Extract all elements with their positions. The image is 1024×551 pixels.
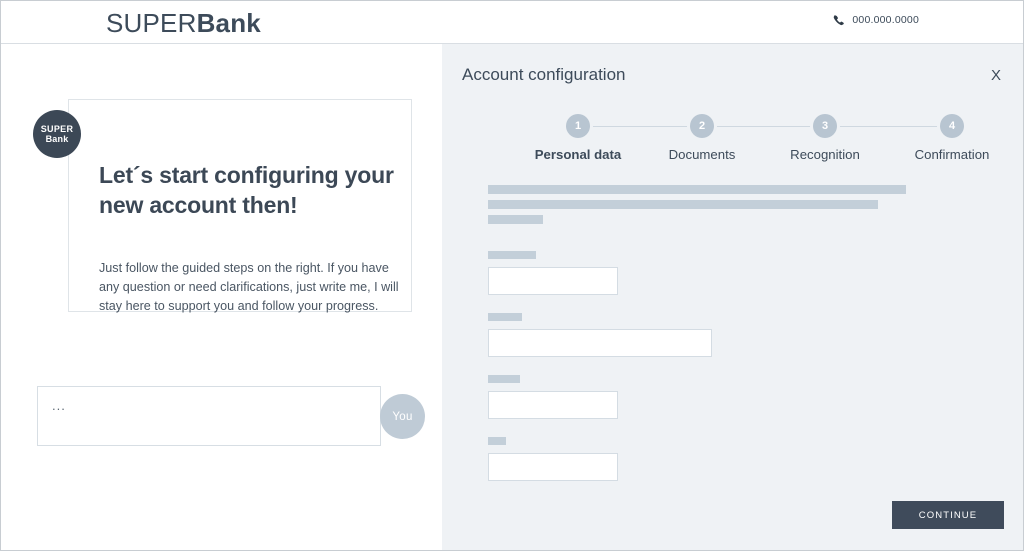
user-avatar-label: You	[392, 410, 413, 423]
form-field-1-input[interactable]	[488, 267, 618, 295]
form-field-4	[488, 437, 988, 481]
bot-avatar: SUPER Bank	[33, 110, 81, 158]
top-header-bar: SUPERBank 000.000.0000	[1, 1, 1023, 44]
bot-message-body: Just follow the guided steps on the righ…	[99, 261, 399, 314]
form-field-2	[488, 313, 988, 357]
form-field-3	[488, 375, 988, 419]
stepper-step-4-number: 4	[940, 114, 964, 138]
stepper-step-4[interactable]: 4 Confirmation	[872, 114, 1023, 162]
stepper-step-3-number: 3	[813, 114, 837, 138]
form-field-3-label-placeholder	[488, 375, 520, 383]
conversation-panel: SUPER Bank Let´s start configuring your …	[1, 44, 442, 550]
form-field-1-label-placeholder	[488, 251, 536, 259]
placeholder-bar	[488, 185, 906, 194]
progress-stepper: 1 Personal data 2 Documents 3 Recognitio…	[487, 114, 989, 174]
form-field-2-input[interactable]	[488, 329, 712, 357]
bot-message-heading: Let´s start configuring your new account…	[99, 162, 394, 218]
phone-handset-icon	[834, 15, 845, 26]
panel-title: Account configuration	[462, 65, 626, 84]
bot-avatar-line2: Bank	[45, 134, 69, 144]
user-message-input[interactable]: ...	[37, 386, 381, 446]
personal-data-form	[488, 251, 988, 499]
phone-number-text: 000.000.0000	[852, 14, 919, 26]
placeholder-text-block	[488, 185, 988, 230]
close-icon[interactable]: X	[987, 66, 1005, 85]
user-message-input-text: ...	[52, 398, 66, 413]
app-window: SUPERBank 000.000.0000 SUPER Bank Let´s …	[0, 0, 1024, 551]
user-avatar: You	[380, 394, 425, 439]
form-field-2-label-placeholder	[488, 313, 522, 321]
form-field-4-label-placeholder	[488, 437, 506, 445]
header-phone[interactable]: 000.000.0000	[833, 14, 919, 26]
brand-logo-light: SUPER	[106, 8, 197, 38]
user-message-row: ... You	[37, 386, 425, 446]
stepper-step-2-number: 2	[690, 114, 714, 138]
form-field-1	[488, 251, 988, 295]
continue-button[interactable]: CONTINUE	[892, 501, 1004, 529]
bot-avatar-line1: SUPER	[40, 123, 74, 134]
account-configuration-panel: Account configuration X 1 Personal data …	[442, 44, 1023, 550]
brand-logo[interactable]: SUPERBank	[106, 8, 261, 39]
placeholder-bar	[488, 215, 543, 224]
brand-logo-bold: Bank	[196, 8, 261, 38]
stepper-step-1-number: 1	[566, 114, 590, 138]
form-field-3-input[interactable]	[488, 391, 618, 419]
stepper-step-4-label: Confirmation	[914, 147, 990, 162]
placeholder-bar	[488, 200, 878, 209]
form-field-4-input[interactable]	[488, 453, 618, 481]
